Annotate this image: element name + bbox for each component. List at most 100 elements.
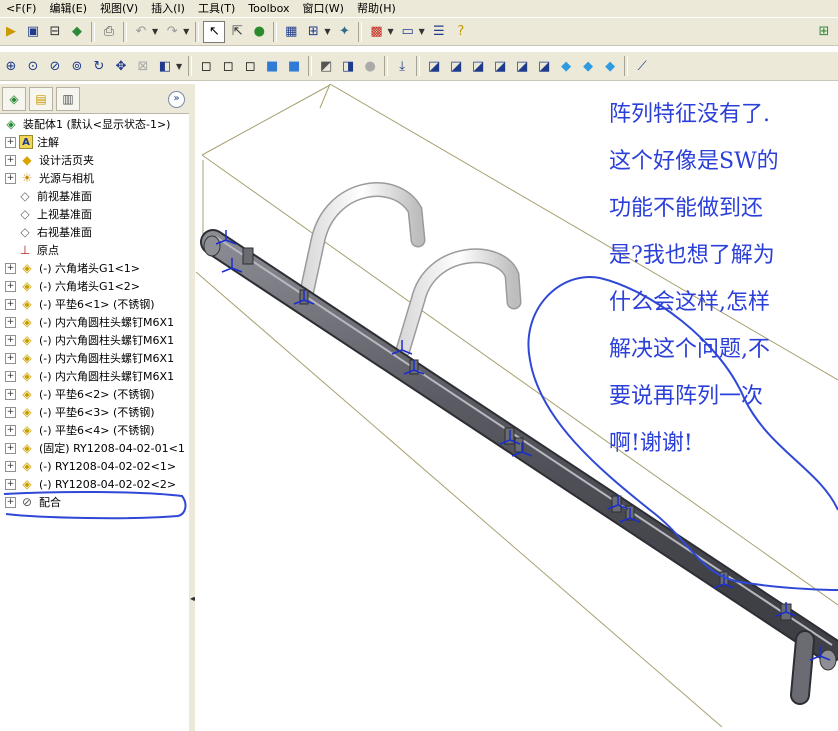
grid-icon[interactable]: ▦ — [281, 22, 301, 42]
front-view-icon[interactable]: ◪ — [424, 56, 444, 76]
property-manager-tab-icon[interactable]: ▤ — [29, 86, 53, 111]
tree-item[interactable]: + ◈ (-) 平垫6<2> (不锈钢) — [0, 385, 189, 403]
back-view-icon[interactable]: ◪ — [446, 56, 466, 76]
select-filter-icon[interactable]: ⇱ — [227, 22, 247, 42]
tree-item[interactable]: ◇ 前视基准面 — [0, 187, 189, 205]
redo-icon[interactable]: ↷ — [162, 22, 182, 42]
expand-toggle-icon[interactable]: + — [5, 316, 16, 328]
graphics-area[interactable]: 阵列特征没有了. 这个好像是SW的 功能不能做到还 是?我也想了解为 什么会这样… — [195, 84, 838, 731]
tree-item[interactable]: + ◈ (-) 内六角圆柱头螺钉M6X1 — [0, 349, 189, 367]
zoom-to-fit-icon[interactable]: ⊕ — [1, 56, 21, 76]
menu-window[interactable]: 窗口(W) — [297, 0, 351, 17]
trimetric-view-icon[interactable]: ◆ — [578, 56, 598, 76]
expand-toggle-icon[interactable]: + — [5, 262, 16, 274]
menu-view[interactable]: 视图(V) — [94, 0, 145, 17]
expand-toggle-icon[interactable]: + — [5, 280, 16, 292]
print-icon[interactable]: ⎙ — [99, 22, 119, 42]
feature-tree: ◈ 装配体1 (默认<显示状态-1>) + A 注解 + ◆ 设计活页夹 + ☀ 光源与相机 ◇ 前… — [0, 114, 189, 511]
help-icon[interactable]: ? — [451, 22, 471, 42]
expand-toggle-icon[interactable]: + — [5, 424, 16, 436]
tree-item[interactable]: + ◈ (-) RY1208-04-02-02<1> — [0, 457, 189, 475]
hidden-lines-removed-icon[interactable]: ◻ — [240, 56, 260, 76]
bottom-view-icon[interactable]: ◪ — [534, 56, 554, 76]
measure-icon[interactable]: ⟋ — [632, 56, 652, 76]
normal-to-icon[interactable]: ⤓ — [392, 56, 412, 76]
section-view-icon[interactable]: ◨ — [338, 56, 358, 76]
options-icon[interactable]: ⊞ — [303, 22, 323, 42]
menu-tools[interactable]: 工具(T) — [192, 0, 242, 17]
tree-item[interactable]: + ◈ (-) 六角堵头G1<1> — [0, 259, 189, 277]
open-icon[interactable]: ▶ — [1, 22, 21, 42]
options-dropdown-icon[interactable]: ▼ — [324, 27, 330, 36]
expand-toggle-icon[interactable]: + — [5, 406, 16, 418]
isometric-view-icon[interactable]: ◆ — [556, 56, 576, 76]
tree-item[interactable]: + ◈ (-) 内六角圆柱头螺钉M6X1 — [0, 313, 189, 331]
tree-item[interactable]: + A 注解 — [0, 133, 189, 151]
realview-icon[interactable]: ● — [360, 56, 380, 76]
right-view-icon[interactable]: ◪ — [490, 56, 510, 76]
properties-icon[interactable]: ☰ — [429, 22, 449, 42]
tree-item[interactable]: + ◈ (-) 平垫6<3> (不锈钢) — [0, 403, 189, 421]
menu-toolbox[interactable]: Toolbox — [242, 0, 296, 17]
tree-item[interactable]: + ◆ 设计活页夹 — [0, 151, 189, 169]
redo-dropdown-icon[interactable]: ▼ — [183, 27, 189, 36]
window-layout-icon[interactable]: ▭ — [398, 22, 418, 42]
expand-toggle-icon[interactable]: + — [5, 298, 16, 310]
left-view-icon[interactable]: ◪ — [468, 56, 488, 76]
expand-toggle-icon[interactable]: + — [5, 172, 16, 184]
toolbar-grip-icon[interactable]: ⊞ — [811, 22, 837, 42]
feature-tree-tab-icon[interactable]: ◈ — [2, 86, 26, 111]
tree-item[interactable]: + ◈ (-) 平垫6<1> (不锈钢) — [0, 295, 189, 313]
view-orientation-icon[interactable]: ◧ — [155, 56, 175, 76]
zoom-in-out-icon[interactable]: ⊘ — [45, 56, 65, 76]
tree-item[interactable]: ⊥ 原点 — [0, 241, 189, 259]
expand-toggle-icon[interactable]: + — [5, 334, 16, 346]
view-orientation-dropdown-icon[interactable]: ▼ — [176, 62, 182, 71]
menu-file[interactable]: <F(F) — [0, 0, 43, 17]
make-drawing-icon[interactable]: ⊟ — [45, 22, 65, 42]
make-assembly-icon[interactable]: ◆ — [67, 22, 87, 42]
tree-item[interactable]: + ◈ (-) 六角堵头G1<2> — [0, 277, 189, 295]
layout-dropdown-icon[interactable]: ▼ — [419, 27, 425, 36]
expand-toggle-icon[interactable]: + — [5, 370, 16, 382]
zoom-to-selection-icon[interactable]: ⊚ — [67, 56, 87, 76]
pan-icon[interactable]: ✥ — [111, 56, 131, 76]
hidden-lines-visible-icon[interactable]: ◻ — [218, 56, 238, 76]
expand-toggle-icon[interactable]: + — [5, 460, 16, 472]
zoom-to-area-icon[interactable]: ⊙ — [23, 56, 43, 76]
save-icon[interactable]: ▣ — [23, 22, 43, 42]
tree-root[interactable]: ◈ 装配体1 (默认<显示状态-1>) — [0, 115, 189, 133]
content-dropdown-icon[interactable]: ▼ — [387, 27, 393, 36]
tree-item[interactable]: ◇ 右视基准面 — [0, 223, 189, 241]
tree-item[interactable]: + ◈ (-) 内六角圆柱头螺钉M6X1 — [0, 367, 189, 385]
tree-item[interactable]: + ☀ 光源与相机 — [0, 169, 189, 187]
top-view-icon[interactable]: ◪ — [512, 56, 532, 76]
shaded-icon[interactable]: ■ — [284, 56, 304, 76]
tree-item[interactable]: + ◈ (固定) RY1208-04-02-01<1 — [0, 439, 189, 457]
shadows-icon[interactable]: ◩ — [316, 56, 336, 76]
rebuild-icon[interactable]: ● — [249, 22, 269, 42]
wireframe-icon[interactable]: ◻ — [196, 56, 216, 76]
expand-toggle-icon[interactable]: + — [5, 154, 16, 166]
tree-item[interactable]: + ◈ (-) 平垫6<4> (不锈钢) — [0, 421, 189, 439]
menu-help[interactable]: 帮助(H) — [351, 0, 403, 17]
undo-icon[interactable]: ↶ — [131, 22, 151, 42]
expand-toggle-icon[interactable]: + — [5, 136, 16, 148]
menu-edit[interactable]: 编辑(E) — [43, 0, 94, 17]
tree-item[interactable]: ◇ 上视基准面 — [0, 205, 189, 223]
expand-toggle-icon[interactable]: + — [5, 442, 16, 454]
undo-dropdown-icon[interactable]: ▼ — [152, 27, 158, 36]
rotate-view-icon[interactable]: ↻ — [89, 56, 109, 76]
configuration-manager-tab-icon[interactable]: ▥ — [56, 86, 80, 111]
select-icon[interactable]: ↖ — [203, 20, 226, 43]
expand-toggle-icon[interactable]: + — [5, 352, 16, 364]
shaded-with-edges-icon[interactable]: ■ — [262, 56, 282, 76]
expand-toggle-icon[interactable]: + — [5, 388, 16, 400]
expand-panel-button[interactable]: » — [168, 91, 185, 108]
tree-item[interactable]: + ◈ (-) 内六角圆柱头螺钉M6X1 — [0, 331, 189, 349]
dimetric-view-icon[interactable]: ◆ — [600, 56, 620, 76]
previous-view-icon[interactable]: ⊠ — [133, 56, 153, 76]
menu-insert[interactable]: 插入(I) — [145, 0, 192, 17]
3d-content-icon[interactable]: ▩ — [366, 22, 386, 42]
appearance-icon[interactable]: ✦ — [334, 22, 354, 42]
